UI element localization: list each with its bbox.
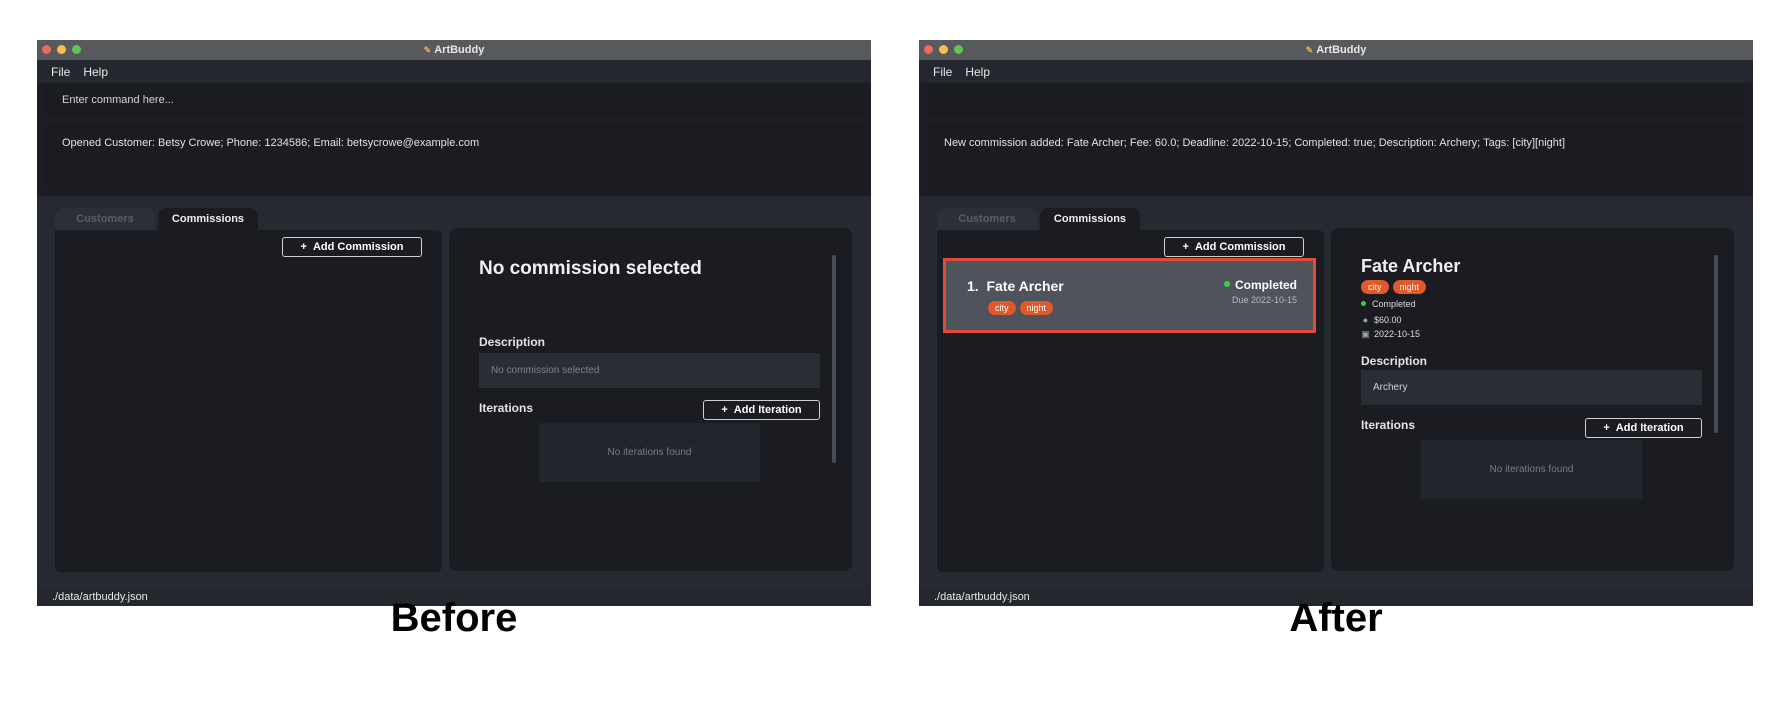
add-iteration-button[interactable]: + Add Iteration	[703, 400, 820, 420]
main-area: Customers Commissions + Add Commission No…	[37, 196, 871, 588]
menu-help[interactable]: Help	[965, 65, 990, 79]
window-title: ✎ ArtBuddy	[423, 44, 485, 56]
tag-chip: night	[1392, 280, 1427, 294]
commission-detail: No commission selected Description No co…	[449, 228, 852, 571]
tab-commissions[interactable]: Commissions	[1040, 208, 1140, 230]
iterations-label: Iterations	[1361, 418, 1416, 432]
iterations-empty: No iterations found	[1421, 440, 1642, 499]
app-window: ✎ ArtBuddy File Help New commission added…	[919, 40, 1753, 606]
command-input[interactable]	[926, 84, 1746, 116]
tag-chip: night	[1019, 301, 1054, 315]
detail-deadline: ▣ 2022-10-15	[1361, 329, 1421, 339]
main-area: Customers Commissions + Add Commission 1.…	[919, 196, 1753, 588]
add-commission-button[interactable]: + Add Commission	[282, 237, 422, 257]
before-panel: ✎ ArtBuddy File Help Enter command here..…	[37, 40, 871, 606]
commission-list: + Add Commission	[55, 230, 442, 572]
detail-status: Completed	[1361, 299, 1416, 309]
status-dot-icon	[1361, 301, 1366, 306]
iterations-empty: No iterations found	[539, 423, 760, 482]
tag-chip: city	[1361, 280, 1389, 294]
description-label: Description	[1361, 354, 1428, 368]
detail-title: No commission selected	[479, 258, 702, 279]
menu-file[interactable]: File	[933, 65, 952, 79]
detail-fee: ● $60.00	[1362, 315, 1402, 325]
detail-title: Fate Archer	[1361, 256, 1461, 276]
tab-customers[interactable]: Customers	[55, 208, 155, 230]
tab-customers[interactable]: Customers	[937, 208, 1037, 230]
artbuddy-logo-icon: ✎	[423, 45, 432, 55]
tag-chip: city	[988, 301, 1016, 315]
plus-icon: +	[300, 241, 307, 253]
menu-file[interactable]: File	[51, 65, 70, 79]
menu-bar: File Help	[37, 60, 871, 83]
commission-card-tags: city night	[988, 301, 1054, 315]
app-window: ✎ ArtBuddy File Help Enter command here..…	[37, 40, 871, 606]
before-caption: Before	[390, 596, 518, 640]
commission-card[interactable]: 1. Fate Archer Completed Due 2022-10-15 …	[943, 258, 1316, 333]
plus-icon: +	[721, 404, 728, 416]
add-iteration-button[interactable]: + Add Iteration	[1585, 418, 1702, 438]
commission-card-due: Due 2022-10-15	[1231, 295, 1297, 305]
detail-scrollbar[interactable]	[832, 255, 836, 463]
commission-list: + Add Commission 1. Fate Archer Completed…	[937, 230, 1324, 572]
title-bar: ✎ ArtBuddy	[37, 40, 871, 60]
window-title: ✎ ArtBuddy	[1305, 44, 1367, 56]
commission-card-title: 1. Fate Archer	[967, 278, 1064, 294]
menu-help[interactable]: Help	[83, 65, 108, 79]
tab-commissions[interactable]: Commissions	[158, 208, 258, 230]
plus-icon: +	[1182, 241, 1189, 253]
add-commission-button[interactable]: + Add Commission	[1164, 237, 1304, 257]
description-box: Archery	[1361, 370, 1702, 405]
after-panel: ✎ ArtBuddy File Help New commission added…	[919, 40, 1753, 606]
plus-icon: +	[1603, 422, 1610, 434]
result-display: Opened Customer: Betsy Crowe; Phone: 123…	[44, 124, 864, 190]
iterations-label: Iterations	[479, 401, 534, 415]
after-caption: After	[1289, 596, 1383, 640]
calendar-icon: ▣	[1361, 329, 1370, 339]
menu-bar: File Help	[919, 60, 1753, 83]
detail-tags: city night	[1361, 280, 1427, 294]
result-display: New commission added: Fate Archer; Fee: …	[926, 124, 1746, 190]
commission-detail: Fate Archer city night Completed ● $60.00…	[1331, 228, 1734, 571]
money-bag-icon: ●	[1362, 315, 1369, 325]
description-box: No commission selected	[479, 353, 820, 388]
artbuddy-logo-icon: ✎	[1305, 45, 1314, 55]
title-bar: ✎ ArtBuddy	[919, 40, 1753, 60]
command-input[interactable]: Enter command here...	[44, 84, 864, 116]
commission-card-status: Completed	[1223, 278, 1297, 292]
description-label: Description	[479, 335, 546, 349]
detail-scrollbar[interactable]	[1714, 255, 1718, 433]
status-dot-icon	[1223, 281, 1230, 287]
